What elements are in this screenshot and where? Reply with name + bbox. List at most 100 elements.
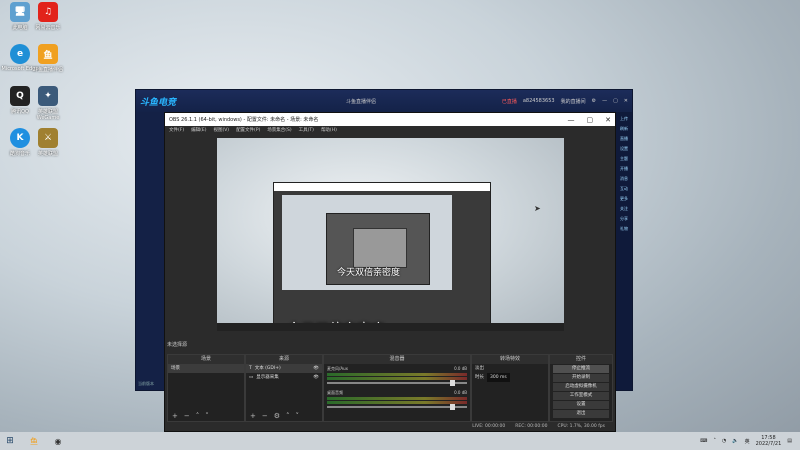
exit-button[interactable]: 退出 (553, 410, 609, 418)
mixer-dock: 混音器 麦克风/Aux 0.0 dB 桌面音频 0.0 dB (323, 354, 471, 422)
eye-icon[interactable]: 👁 (313, 373, 319, 382)
right-panel-label[interactable]: 消息 (616, 176, 632, 182)
studio-mode-button[interactable]: 工作室模式 (553, 392, 609, 400)
down-icon[interactable]: ˅ (205, 412, 209, 420)
desktop-icon-label: 斗鱼直播伴侣 (32, 67, 63, 73)
douyu-window-controls: 已直播 a824583653 我的直播间 ⚙ — ▢ ✕ (502, 90, 628, 112)
virtual-camera-button[interactable]: 启动虚拟摄像机 (553, 383, 609, 391)
desktop-icon-label: 英雄联盟 (37, 151, 58, 157)
gear-icon[interactable]: ⚙ (592, 98, 596, 104)
scenes-dock-title: 场景 (168, 355, 244, 364)
right-panel-label[interactable]: 更多 (616, 196, 632, 202)
keyboard-icon[interactable]: ⌨ (700, 438, 707, 444)
menu-edit[interactable]: 编辑(E) (191, 127, 206, 135)
down-icon[interactable]: ˅ (296, 412, 300, 420)
language-indicator[interactable]: 英 (745, 438, 750, 445)
nested-obs-window (273, 182, 491, 331)
right-panel-label[interactable]: 开播 (616, 166, 632, 172)
obs-status-bar: LIVE: 00:00:00 REC: 00:00:00 CPU: 1.7%, … (165, 422, 615, 431)
source-item[interactable]: T 文本 (GDI+) 👁 (246, 364, 322, 373)
douyu-taskbar-icon[interactable]: 鱼 (24, 434, 44, 448)
gear-icon[interactable]: ⚙ (274, 412, 280, 420)
volume-meter (327, 373, 467, 376)
track-db: 0.0 dB (454, 390, 467, 395)
right-panel-label[interactable]: 设置 (616, 146, 632, 152)
nested-obs-window-3 (353, 228, 407, 268)
douyu-user-id[interactable]: a824583653 (523, 98, 555, 104)
eye-icon[interactable]: 👁 (313, 364, 319, 373)
duration-label: 时长 (475, 375, 484, 380)
sources-dock: 来源 T 文本 (GDI+) 👁 ▭ 显示器采集 👁 + − ⚙ ˄ ˅ (245, 354, 323, 422)
slider-knob[interactable] (450, 404, 455, 410)
menu-scene-collection[interactable]: 场景集合(S) (267, 127, 291, 135)
remove-icon[interactable]: − (262, 412, 268, 420)
menu-help[interactable]: 帮助(H) (321, 127, 337, 135)
close-icon[interactable]: ✕ (605, 116, 611, 124)
up-icon[interactable]: ˄ (286, 412, 290, 420)
minimize-icon[interactable]: — (602, 98, 607, 104)
scenes-dock-toolbar: + − ˄ ˅ (168, 411, 244, 421)
wifi-icon[interactable]: ◔ (722, 438, 726, 444)
right-panel-label[interactable]: 上传 (616, 116, 632, 122)
obs-window: OBS 26.1.1 (64-bit, windows) - 配置文件: 未命名… (164, 112, 616, 432)
chevron-up-icon[interactable]: ˄ (714, 438, 717, 444)
source-item[interactable]: ▭ 显示器采集 👁 (246, 373, 322, 382)
right-panel-label[interactable]: 礼物 (616, 226, 632, 232)
notification-icon[interactable]: ▤ (787, 438, 792, 444)
right-panel-label[interactable]: 刷新 (616, 126, 632, 132)
add-icon[interactable]: + (250, 412, 256, 420)
desktop-icon-wegame[interactable]: ✦ 英雄联盟 WeGame (28, 86, 68, 121)
computer-icon: 🖥 (10, 2, 30, 22)
menu-view[interactable]: 视图(V) (213, 127, 229, 135)
music-icon: ♫ (38, 2, 58, 22)
douyu-user-label[interactable]: 我的直播间 (561, 98, 586, 105)
obs-title: OBS 26.1.1 (64-bit, windows) - 配置文件: 未命名… (169, 117, 319, 123)
volume-meter (327, 401, 467, 404)
desktop-icon-douyu[interactable]: 鱼 斗鱼直播伴侣 (28, 44, 68, 73)
desktop-icon-lol[interactable]: ⚔ 英雄联盟 (28, 128, 68, 157)
scene-item-label: 场景 (171, 366, 180, 371)
track-name: 桌面音频 (327, 390, 343, 395)
transition-select[interactable]: 淡出 (472, 364, 548, 373)
obs-taskbar-icon[interactable]: ◉ (48, 434, 68, 448)
slider-knob[interactable] (450, 380, 455, 386)
maximize-icon[interactable]: ▢ (587, 116, 594, 124)
right-panel-label[interactable]: 互动 (616, 186, 632, 192)
sources-dock-toolbar: + − ⚙ ˄ ˅ (246, 411, 322, 421)
scene-item[interactable]: 场景 (168, 364, 244, 373)
stop-streaming-button[interactable]: 停止推流 (553, 365, 609, 373)
clock-date: 2022/7/21 (755, 441, 782, 447)
up-icon[interactable]: ˄ (196, 412, 200, 420)
right-panel-label[interactable]: 关注 (616, 206, 632, 212)
start-recording-button[interactable]: 开始录制 (553, 374, 609, 382)
maximize-icon[interactable]: ▢ (613, 98, 618, 104)
desktop-icon-netease-music[interactable]: ♫ 网易云音乐 (28, 2, 68, 31)
right-panel-label[interactable]: 主题 (616, 156, 632, 162)
right-panel-label[interactable]: 分享 (616, 216, 632, 222)
remove-icon[interactable]: − (184, 412, 190, 420)
duration-input[interactable]: 300 ms (487, 373, 510, 382)
transition-duration-row: 时长 300 ms (472, 373, 548, 382)
clock[interactable]: 17:58 2022/7/21 (756, 435, 782, 447)
menu-profile[interactable]: 配置文件(P) (236, 127, 260, 135)
volume-meter (327, 397, 467, 400)
volume-icon[interactable]: 🔈 (732, 438, 738, 444)
cpu-status: CPU: 1.7%, 30.00 fps (557, 424, 606, 429)
add-icon[interactable]: + (172, 412, 178, 420)
windows-start-icon[interactable]: ⊞ (0, 436, 20, 446)
obs-preview[interactable]: 今天双倍亲密度 今天双倍亲密度 ➤ (217, 138, 564, 331)
minimize-icon[interactable]: — (568, 116, 575, 124)
preview-taskbar (217, 323, 564, 331)
menu-tools[interactable]: 工具(T) (299, 127, 314, 135)
right-panel-label[interactable]: 直播 (616, 136, 632, 142)
track-name: 麦克风/Aux (327, 366, 348, 371)
settings-button[interactable]: 设置 (553, 401, 609, 409)
volume-meter (327, 377, 467, 380)
volume-slider[interactable] (327, 380, 467, 386)
menu-file[interactable]: 文件(F) (169, 127, 184, 135)
douyu-title-bar: 斗鱼直播伴侣 (346, 90, 376, 112)
volume-slider[interactable] (327, 404, 467, 410)
close-icon[interactable]: ✕ (624, 98, 628, 104)
desktop-icon-label: 英雄联盟 WeGame (36, 109, 60, 121)
taskbar: ⊞ 鱼 ◉ ⌨ ˄ ◔ 🔈 英 17:58 2022/7/21 ▤ (0, 432, 800, 450)
